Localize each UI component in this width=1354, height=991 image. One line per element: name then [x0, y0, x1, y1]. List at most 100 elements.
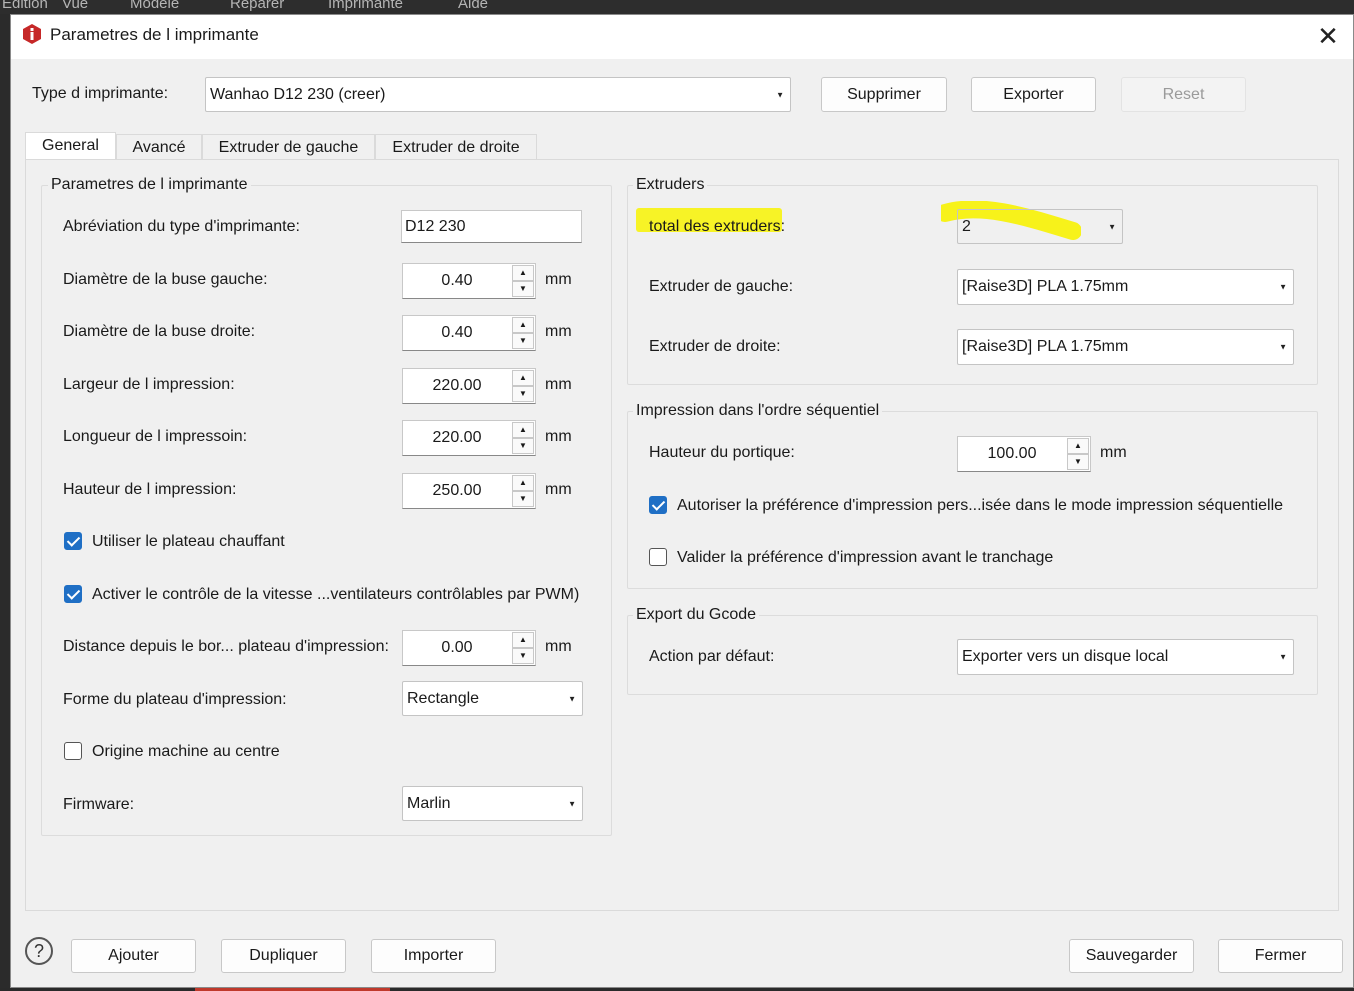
- gantry-height-value: 100.00: [987, 445, 1037, 462]
- height-stepper[interactable]: 250.00 ▲ ▼: [402, 473, 536, 509]
- chevron-down-icon: ▼: [1108, 222, 1116, 231]
- gantry-height-stepper[interactable]: 100.00 ▲ ▼: [957, 436, 1091, 472]
- spin-down-icon[interactable]: ▼: [512, 648, 534, 664]
- spin-up-icon[interactable]: ▲: [512, 317, 534, 333]
- printer-type-select[interactable]: Wanhao D12 230 (creer) ▼: [205, 77, 791, 112]
- spin-up-icon[interactable]: ▲: [512, 475, 534, 491]
- height-value: 250.00: [432, 482, 482, 499]
- width-value: 220.00: [432, 377, 482, 394]
- unit-label: mm: [545, 323, 572, 340]
- bg-menu-item: Modèle: [130, 0, 180, 12]
- width-stepper[interactable]: 220.00 ▲ ▼: [402, 368, 536, 404]
- help-icon[interactable]: ?: [25, 937, 53, 965]
- chevron-down-icon: ▼: [1279, 282, 1287, 292]
- tab-left-extruder[interactable]: Extruder de gauche: [202, 134, 375, 160]
- bg-menu-item: Imprimante: [328, 0, 404, 12]
- background-window-edge: [0, 14, 10, 991]
- length-stepper[interactable]: 220.00 ▲ ▼: [402, 420, 536, 456]
- bg-menu-item: Edition: [2, 0, 48, 12]
- spin-down-icon[interactable]: ▼: [512, 333, 534, 349]
- default-action-label: Action par défaut:: [649, 648, 775, 665]
- sequential-title: Impression dans l'ordre séquentiel: [633, 402, 883, 420]
- default-action-select[interactable]: Exporter vers un disque local ▼: [957, 639, 1294, 675]
- nozzle-left-label: Diamètre de la buse gauche:: [63, 271, 268, 288]
- spin-up-icon[interactable]: ▲: [512, 265, 534, 281]
- delete-button[interactable]: Supprimer: [821, 77, 947, 112]
- spin-down-icon[interactable]: ▼: [512, 438, 534, 454]
- right-extruder-label: Extruder de droite:: [649, 338, 781, 355]
- tab-general[interactable]: General: [25, 132, 116, 161]
- right-extruder-select[interactable]: [Raise3D] PLA 1.75mm ▼: [957, 329, 1294, 365]
- edge-distance-stepper[interactable]: 0.00 ▲ ▼: [402, 630, 536, 666]
- nozzle-right-label: Diamètre de la buse droite:: [63, 323, 256, 340]
- app-logo-icon: [23, 24, 41, 44]
- total-extruders-select[interactable]: 2 ▼: [957, 209, 1123, 244]
- spin-up-icon[interactable]: ▲: [1067, 438, 1089, 454]
- abbr-label: Abréviation du type d'imprimante:: [63, 218, 300, 235]
- duplicate-button[interactable]: Dupliquer: [221, 939, 346, 973]
- spin-down-icon[interactable]: ▼: [512, 386, 534, 402]
- gantry-height-label: Hauteur du portique:: [649, 444, 795, 461]
- allow-custom-checkbox[interactable]: [649, 496, 667, 514]
- spin-down-icon[interactable]: ▼: [512, 281, 534, 297]
- nozzle-left-stepper[interactable]: 0.40 ▲ ▼: [402, 263, 536, 299]
- dialog-title: Parametres de l imprimante: [50, 25, 259, 44]
- edge-distance-value: 0.00: [441, 639, 473, 656]
- export-button[interactable]: Exporter: [971, 77, 1096, 112]
- nozzle-right-value: 0.40: [441, 324, 473, 341]
- reset-button[interactable]: Reset: [1121, 77, 1246, 112]
- printer-params-title: Parametres de l imprimante: [48, 176, 251, 194]
- bg-menu-item: Reparer: [230, 0, 285, 12]
- bed-shape-select[interactable]: Rectangle ▼: [402, 681, 583, 716]
- heated-bed-checkbox[interactable]: [64, 532, 82, 550]
- unit-label: mm: [1100, 444, 1127, 461]
- height-label: Hauteur de l impression:: [63, 481, 237, 498]
- firmware-select[interactable]: Marlin ▼: [402, 786, 583, 821]
- total-extruders-label-text: total des extruders: [649, 218, 781, 235]
- default-action-value: Exporter vers un disque local: [962, 648, 1169, 665]
- total-extruders-colon: :: [780, 218, 786, 235]
- firmware-label: Firmware:: [63, 796, 135, 813]
- tab-right-extruder[interactable]: Extruder de droite: [375, 134, 537, 160]
- fan-control-checkbox[interactable]: [64, 585, 82, 603]
- total-extruders-label: total des extruders:: [649, 218, 785, 236]
- bed-shape-value: Rectangle: [407, 689, 480, 707]
- edge-distance-label: Distance depuis le bor... plateau d'impr…: [63, 638, 389, 655]
- bed-shape-label: Forme du plateau d'impression:: [63, 691, 287, 708]
- right-extruder-value: [Raise3D] PLA 1.75mm: [962, 338, 1129, 355]
- bg-menu-item: Aide: [458, 0, 489, 12]
- unit-label: mm: [545, 271, 572, 288]
- gcode-export-title: Export du Gcode: [633, 606, 760, 624]
- validate-pref-checkbox[interactable]: [649, 548, 667, 566]
- import-button[interactable]: Importer: [371, 939, 496, 973]
- close-button[interactable]: Fermer: [1218, 939, 1343, 973]
- length-value: 220.00: [432, 429, 482, 446]
- length-label: Longueur de l impressoin:: [63, 428, 248, 445]
- tab-advanced[interactable]: Avancé: [116, 134, 202, 160]
- validate-pref-label: Valider la préférence d'impression avant…: [677, 549, 1054, 566]
- chevron-down-icon: ▼: [568, 694, 576, 703]
- nozzle-left-value: 0.40: [441, 272, 473, 289]
- spin-down-icon[interactable]: ▼: [1067, 454, 1089, 470]
- chevron-down-icon: ▼: [776, 90, 784, 99]
- close-icon[interactable]: ✕: [1311, 20, 1345, 54]
- unit-label: mm: [545, 428, 572, 445]
- spin-up-icon[interactable]: ▲: [512, 422, 534, 438]
- allow-custom-label: Autoriser la préférence d'impression per…: [677, 497, 1284, 514]
- printer-type-value: Wanhao D12 230 (creer): [210, 85, 386, 103]
- unit-label: mm: [545, 638, 572, 655]
- spin-down-icon[interactable]: ▼: [512, 491, 534, 507]
- chevron-down-icon: ▼: [1279, 342, 1287, 352]
- title-bar[interactable]: Parametres de l imprimante ✕: [11, 15, 1353, 59]
- spin-up-icon[interactable]: ▲: [512, 370, 534, 386]
- heated-bed-label: Utiliser le plateau chauffant: [92, 533, 285, 550]
- add-button[interactable]: Ajouter: [71, 939, 196, 973]
- nozzle-right-stepper[interactable]: 0.40 ▲ ▼: [402, 315, 536, 351]
- spin-up-icon[interactable]: ▲: [512, 632, 534, 648]
- abbr-input[interactable]: D12 230: [401, 210, 582, 243]
- total-extruders-value: 2: [962, 217, 971, 235]
- save-button[interactable]: Sauvegarder: [1069, 939, 1194, 973]
- left-extruder-select[interactable]: [Raise3D] PLA 1.75mm ▼: [957, 269, 1294, 305]
- origin-center-checkbox[interactable]: [64, 742, 82, 760]
- unit-label: mm: [545, 481, 572, 498]
